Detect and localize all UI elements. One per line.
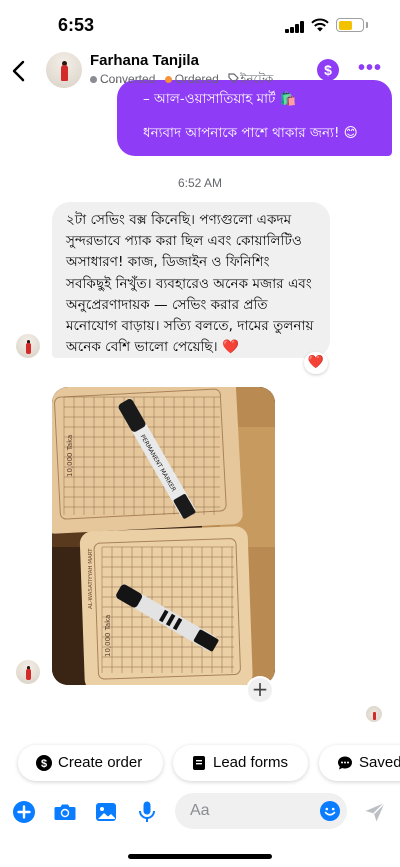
add-reaction-button[interactable]: + bbox=[248, 678, 272, 702]
message-line: সবকিছুই নিখুঁত। ব্যবহারেও অনেক মজার এবং bbox=[66, 275, 312, 292]
svg-text:$: $ bbox=[41, 758, 47, 770]
microphone-icon[interactable] bbox=[135, 800, 159, 824]
status-time: 6:53 bbox=[58, 15, 95, 35]
camera-icon[interactable] bbox=[53, 800, 77, 824]
back-chevron-icon[interactable] bbox=[8, 58, 30, 84]
more-options-icon[interactable]: ••• bbox=[358, 58, 381, 82]
tag-intake: ইনটেক bbox=[228, 71, 273, 91]
heart-reaction-icon[interactable]: ❤️ bbox=[304, 352, 328, 374]
tag-converted: Converted bbox=[90, 72, 155, 86]
message-line: অনুপ্রেরণাদায়ক — সেভিং করার প্রতি bbox=[66, 296, 268, 313]
tag-ordered: Ordered bbox=[164, 72, 219, 86]
incoming-message-bubble[interactable]: ২টা সেভিং বক্স কিনেছি। পণ্যগুলো একদম সুন… bbox=[52, 202, 330, 358]
lead-forms-button[interactable]: Lead forms bbox=[173, 745, 308, 781]
create-order-label: Create order bbox=[58, 754, 143, 771]
gallery-icon[interactable] bbox=[94, 800, 118, 824]
header-overlay: Farhana Tanjila Converted Ordered ইনটেক … bbox=[0, 50, 400, 92]
message-line: মনোযোগ বাড়ায়। সত্যি বলতে, দামের তুলনায… bbox=[66, 318, 314, 335]
message-line: অনেক বেশি ভালো পেয়েছি। ❤️ bbox=[66, 339, 239, 356]
battery-icon bbox=[336, 18, 364, 32]
sender-avatar[interactable] bbox=[16, 334, 40, 358]
dollar-circle-icon: $ bbox=[36, 755, 52, 771]
message-line: সুন্দরভাবে প্যাক করা ছিল এবং কোয়ালিটিও bbox=[66, 233, 302, 250]
emoji-icon[interactable] bbox=[320, 801, 340, 821]
saved-reply-icon bbox=[338, 756, 352, 770]
wifi-icon bbox=[311, 18, 329, 32]
tag-icon bbox=[228, 73, 239, 84]
form-icon bbox=[193, 756, 205, 770]
contact-tags: Converted Ordered ইনটেক bbox=[90, 71, 279, 91]
seen-avatar bbox=[366, 706, 382, 722]
photo-message[interactable]: 10,000 Taka 10,000 Taka AL-WASATIYYAH MA… bbox=[52, 387, 275, 685]
board-label: 10,000 Taka bbox=[104, 615, 112, 657]
battery-tip bbox=[366, 22, 368, 28]
plus-icon[interactable] bbox=[12, 800, 36, 824]
message-input[interactable]: Aa bbox=[175, 793, 347, 829]
saved-replies-label: Saved bbox=[359, 754, 400, 771]
message-line: ২টা সেভিং বক্স কিনেছি। পণ্যগুলো একদম bbox=[66, 212, 292, 228]
message-line: অসাধারণ! কাজ, ডিজাইন ও ফিনিশিং bbox=[66, 254, 270, 271]
create-order-button[interactable]: $ Create order bbox=[18, 745, 163, 781]
send-icon[interactable] bbox=[363, 800, 387, 824]
payment-button[interactable]: $ bbox=[317, 59, 339, 81]
lead-forms-label: Lead forms bbox=[213, 754, 289, 771]
message-input-placeholder: Aa bbox=[190, 802, 210, 819]
saved-replies-button[interactable]: Saved bbox=[319, 745, 400, 781]
contact-avatar[interactable] bbox=[46, 52, 82, 88]
message-composer: Aa bbox=[0, 790, 400, 834]
home-indicator bbox=[128, 854, 272, 859]
outgoing-message-line: ধন্যবাদ আপনাকে পাশে থাকার জন্য! 😊 bbox=[143, 125, 358, 141]
message-timestamp: 6:52 AM bbox=[177, 176, 223, 190]
sender-avatar[interactable] bbox=[16, 660, 40, 684]
cellular-signal-icon bbox=[285, 21, 305, 33]
board-brand: AL-WASATIYYAH MART bbox=[88, 548, 94, 609]
saving-board-photo: 10,000 Taka 10,000 Taka AL-WASATIYYAH MA… bbox=[52, 387, 275, 685]
contact-name[interactable]: Farhana Tanjila bbox=[90, 52, 199, 69]
board-label: 10,000 Taka bbox=[66, 435, 74, 477]
status-bar: 6:53 bbox=[0, 0, 400, 50]
